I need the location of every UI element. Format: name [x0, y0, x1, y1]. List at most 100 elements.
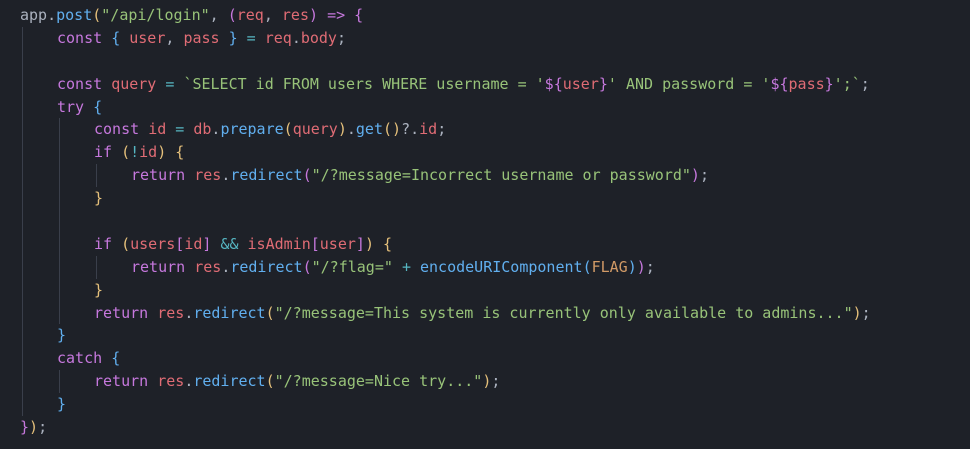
code-token: =	[175, 120, 185, 139]
code-token: }	[94, 280, 104, 299]
code-line-content: if (users[id] && isAdmin[user]) {	[94, 235, 392, 253]
code-token: id	[148, 120, 167, 139]
code-token: return	[94, 372, 149, 391]
code-token: ;	[861, 303, 871, 322]
indent-guide	[59, 232, 60, 256]
indent-guide	[59, 118, 60, 142]
code-token: isAdmin	[247, 234, 311, 253]
indent-guide	[59, 301, 60, 325]
code-token: ${	[770, 74, 789, 93]
code-line[interactable]	[20, 210, 970, 233]
code-line[interactable]: }	[20, 324, 970, 348]
code-token: ;	[491, 372, 501, 391]
code-token: !	[130, 143, 140, 162]
code-token: ;	[437, 120, 447, 139]
code-editor[interactable]: app.post("/api/login", (req, res) => { co…	[0, 0, 970, 449]
indent-guide	[22, 26, 23, 50]
code-token: id	[184, 234, 203, 253]
code-token: )	[636, 257, 646, 276]
code-token: "/?flag="	[311, 257, 393, 276]
code-token: id	[139, 143, 158, 162]
code-token: (	[265, 372, 275, 391]
code-line[interactable]: }	[20, 278, 970, 302]
code-token: return	[94, 303, 149, 322]
code-line[interactable]: if (users[id] && isAdmin[user]) {	[20, 232, 970, 256]
code-token: FLAG	[591, 257, 628, 276]
code-token: +	[401, 257, 411, 276]
code-token: query	[111, 74, 157, 93]
code-line[interactable]	[20, 49, 970, 73]
code-token: }	[20, 418, 30, 437]
code-body[interactable]: app.post("/api/login", (req, res) => { co…	[20, 4, 970, 439]
code-token: users	[130, 234, 176, 253]
code-line-content: return res.redirect("/?message=Incorrect…	[131, 166, 709, 184]
code-line-content: return res.redirect("/?message=Nice try.…	[94, 372, 500, 390]
code-token: .	[47, 6, 57, 24]
code-token: )	[309, 6, 319, 24]
code-token: (	[265, 303, 275, 322]
code-token: const	[94, 120, 140, 139]
code-token: .	[221, 166, 231, 185]
indent-guide	[22, 49, 23, 73]
code-line-content: app.post("/api/login", (req, res) => {	[20, 6, 363, 24]
code-token: if	[94, 234, 113, 253]
code-line[interactable]: return res.redirect("/?message=Incorrect…	[20, 164, 970, 188]
code-line[interactable]: return res.redirect("/?flag=" + encodeUR…	[20, 255, 970, 279]
code-line[interactable]: if (!id) {	[20, 141, 970, 165]
code-token: ;	[860, 74, 870, 93]
code-token: }	[824, 74, 834, 93]
code-token: user	[129, 28, 166, 47]
code-token: )	[337, 120, 347, 139]
code-line[interactable]: const { user, pass } = req.body;	[20, 26, 970, 50]
code-line[interactable]: return res.redirect("/?message=This syst…	[20, 301, 970, 325]
indent-guide	[22, 141, 23, 165]
code-token: {	[383, 234, 393, 253]
code-line[interactable]: }	[20, 187, 970, 211]
code-line[interactable]: const query = `SELECT id FROM users WHER…	[20, 72, 970, 96]
code-token: ';`	[833, 74, 861, 93]
code-token: db	[193, 120, 212, 139]
code-line-content: catch {	[57, 349, 120, 367]
code-token: get	[355, 120, 383, 139]
code-token: pass	[183, 28, 220, 47]
code-token: [	[175, 234, 185, 253]
code-token: redirect	[230, 257, 303, 276]
code-token: .	[291, 28, 301, 47]
code-line[interactable]: });	[20, 416, 970, 439]
code-line[interactable]: const id = db.prepare(query).get()?.id;	[20, 118, 970, 142]
indent-guide	[22, 95, 23, 119]
code-line-content: });	[20, 418, 47, 436]
code-token: pass	[788, 74, 825, 93]
code-line-content: const query = `SELECT id FROM users WHER…	[57, 75, 870, 93]
code-line[interactable]: catch {	[20, 347, 970, 371]
code-token: }	[94, 189, 104, 208]
code-token: (	[302, 166, 312, 185]
code-token: ;	[38, 418, 48, 437]
code-token: post	[56, 6, 93, 24]
indent-guide	[22, 187, 23, 211]
code-token: ,	[263, 6, 282, 24]
code-line[interactable]: app.post("/api/login", (req, res) => {	[20, 4, 970, 27]
indent-guide	[22, 301, 23, 325]
indent-guide	[22, 347, 23, 371]
code-token: user	[319, 234, 356, 253]
indent-guide	[22, 370, 23, 394]
code-line[interactable]: }	[20, 393, 970, 417]
code-token: id	[419, 120, 438, 139]
code-token: body	[300, 28, 337, 47]
code-line[interactable]: try {	[20, 95, 970, 119]
code-token: .	[184, 303, 194, 322]
code-token: "/?message=This system is currently only…	[274, 303, 853, 322]
indent-guide	[96, 164, 97, 188]
indent-guide	[59, 278, 60, 302]
code-token: }	[57, 395, 67, 414]
code-line[interactable]: return res.redirect("/?message=Nice try.…	[20, 370, 970, 394]
code-token: res	[194, 166, 222, 185]
code-token: .	[184, 372, 194, 391]
